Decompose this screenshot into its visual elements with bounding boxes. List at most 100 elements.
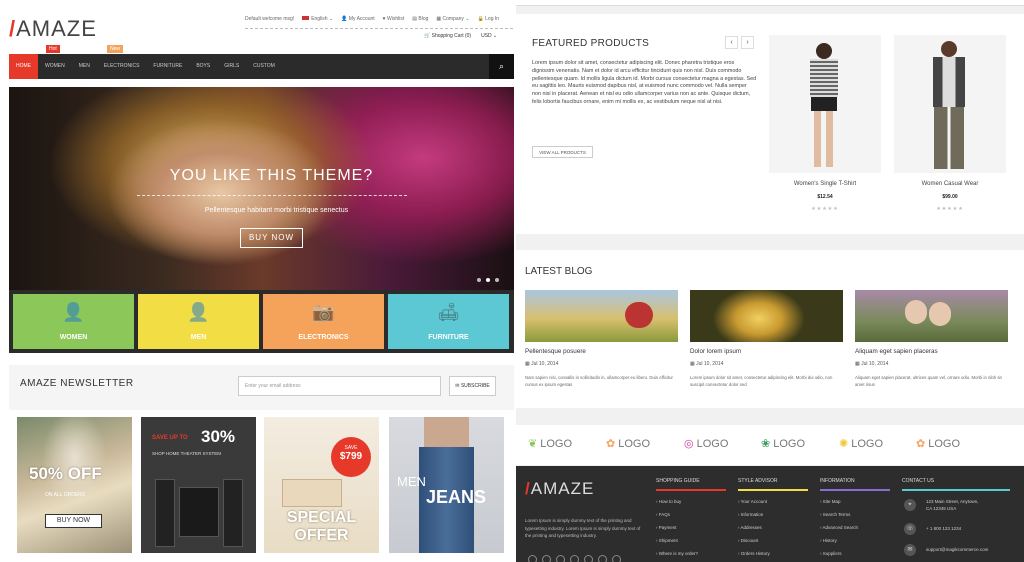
promo-buy-now-button[interactable]: BUY NOW <box>45 514 102 528</box>
brand-logo[interactable]: ❀ LOGO <box>761 437 805 451</box>
currency-selector[interactable]: USD ⌄ <box>481 33 497 39</box>
my-account-link[interactable]: 👤 My Account <box>341 16 374 22</box>
nav-men[interactable]: MEN <box>72 54 97 79</box>
language-label: English <box>311 16 328 22</box>
company-dropdown[interactable]: ▦ Company ⌄ <box>436 16 469 22</box>
footer-link[interactable]: › Your Account <box>738 499 767 504</box>
search-icon[interactable]: ⌕ <box>489 54 514 79</box>
footer-link-label: Information <box>740 512 764 517</box>
product-image-casual[interactable] <box>894 35 1006 173</box>
promo-banner-sale[interactable]: 50% OFF ON ALL ORDERS BUY NOW <box>17 417 132 553</box>
brand-logo-label: LOGO <box>928 437 961 450</box>
nav-boys[interactable]: BOYS <box>189 54 217 79</box>
footer-link[interactable]: › Orders History <box>738 551 770 556</box>
blog-post-title[interactable]: Dolor lorem ipsum <box>690 348 741 355</box>
blog-post-title[interactable]: Aliquam eget sapien placeras <box>855 348 938 355</box>
product-name[interactable]: Women's Single T-Shirt <box>769 181 881 187</box>
facebook-icon[interactable] <box>528 555 537 562</box>
promo-line1: SPECIAL <box>286 509 357 526</box>
shopping-cart-link[interactable]: 🛒 Shopping Cart (0) <box>424 33 471 39</box>
blog-image[interactable] <box>855 290 1008 342</box>
brand-logo[interactable]: ✿ LOGO <box>606 437 651 451</box>
contact-phone[interactable]: + 1 800 123 1234 <box>926 526 961 531</box>
footer-link[interactable]: › How to buy <box>656 499 681 504</box>
footer-link[interactable]: › Discount <box>738 538 758 543</box>
brand-logo-label: LOGO <box>696 437 729 450</box>
prev-arrow-icon[interactable]: ‹ <box>725 36 738 49</box>
language-selector[interactable]: English ⌄ <box>302 16 333 22</box>
nav-custom[interactable]: CUSTOM <box>246 54 282 79</box>
blog-image[interactable] <box>525 290 678 342</box>
phone-icon: ☏ <box>904 523 916 535</box>
twitter-icon[interactable] <box>542 555 551 562</box>
new-badge: New <box>107 45 124 53</box>
brand-logo[interactable]: ◎ LOGO <box>684 437 729 451</box>
promo-banner-home-theater[interactable]: SAVE UP TO 30% SHOP HOME THEATER SYSTEM <box>141 417 256 553</box>
footer-link[interactable]: › Information <box>738 512 763 517</box>
view-all-products-button[interactable]: VIEW ALL PRODUCTS <box>532 146 593 158</box>
flower-icon: ✿ <box>606 438 616 450</box>
wishlist-link[interactable]: ♥ Wishlist <box>383 16 405 22</box>
promo-line2: OFFER <box>294 527 349 544</box>
subscribe-button[interactable]: ✉ SUBSCRIBE <box>449 376 496 396</box>
brand-logo[interactable]: ❦ LOGO <box>528 437 572 451</box>
category-furniture[interactable]: 🛋 FURNITURE <box>388 294 509 349</box>
category-electronics[interactable]: 📷 ELECTRONICS <box>263 294 384 349</box>
nav-electronics[interactable]: ELECTRONICS <box>97 54 147 79</box>
contact-email[interactable]: support@magikcommerce.com <box>926 547 988 552</box>
blog-link[interactable]: ▤ Blog <box>412 16 428 22</box>
brand-logo-label: LOGO <box>618 437 651 450</box>
footer-link[interactable]: › Suppliers <box>820 551 842 556</box>
slider-dot-active[interactable] <box>486 278 490 282</box>
category-label: FURNITURE <box>428 334 469 341</box>
footer-link[interactable]: › Addresses <box>738 525 762 530</box>
product-image-tshirt[interactable] <box>769 35 881 173</box>
footer-link[interactable]: › FAQs <box>656 512 670 517</box>
login-link[interactable]: 🔒 Log In <box>478 16 500 22</box>
slider-dot[interactable] <box>477 278 481 282</box>
footer-link[interactable]: › Advanced Search <box>820 525 858 530</box>
calendar-icon: ▦ <box>690 361 695 367</box>
category-women[interactable]: 👤 WOMEN <box>13 294 134 349</box>
promo-banner-men-jeans[interactable]: MEN JEANS <box>389 417 504 553</box>
blog-post-title[interactable]: Pellentesque posuere <box>525 348 586 355</box>
youtube-icon[interactable] <box>598 555 607 562</box>
footer-link[interactable]: › History <box>820 538 837 543</box>
linkedin-icon[interactable] <box>612 555 621 562</box>
email-input[interactable]: Enter your email address <box>238 376 441 396</box>
main-navigation: HOME WOMEN MEN ELECTRONICS FURNITURE BOY… <box>9 54 514 79</box>
google-plus-icon[interactable] <box>556 555 565 562</box>
product-price: $12.54 <box>817 194 833 200</box>
footer-link[interactable]: › Where is my order? <box>656 551 698 556</box>
footer-link[interactable]: › Site Map <box>820 499 841 504</box>
footer-logo[interactable]: /AMAZE <box>525 479 594 499</box>
hero-buy-now-button[interactable]: BUY NOW <box>240 228 303 248</box>
footer-link[interactable]: › Search Terms <box>820 512 850 517</box>
footer-link[interactable]: › Payment <box>656 525 677 530</box>
rss-icon[interactable] <box>570 555 579 562</box>
product-name[interactable]: Women Casual Wear <box>894 181 1006 187</box>
footer-link-label: Addresses <box>740 525 762 530</box>
blog-post-excerpt: Lorem ipsum dolor sit amet, consectetur … <box>690 375 833 387</box>
subwoofer-image <box>179 487 219 537</box>
nav-furniture[interactable]: FURNITURE <box>146 54 189 79</box>
nav-women[interactable]: WOMEN <box>38 54 72 79</box>
nav-girls[interactable]: GIRLS <box>217 54 246 79</box>
login-label: Log In <box>485 16 500 22</box>
blog-image[interactable] <box>690 290 843 342</box>
next-arrow-icon[interactable]: › <box>741 36 754 49</box>
leaf-icon: ❦ <box>528 438 538 450</box>
footer-link[interactable]: › Shipment <box>656 538 678 543</box>
slider-dot[interactable] <box>495 278 499 282</box>
nav-home[interactable]: HOME <box>9 54 38 79</box>
pinterest-icon[interactable] <box>584 555 593 562</box>
category-men[interactable]: 👤 MEN <box>138 294 259 349</box>
left-page-column: /AMAZE Default welcome msg! English ⌄ 👤 … <box>0 0 516 562</box>
promo-line1: MEN <box>397 474 426 489</box>
site-logo[interactable]: /AMAZE <box>9 16 97 42</box>
date-label: Jul 10, 2014 <box>861 361 889 367</box>
brand-logo[interactable]: ✺ LOGO <box>839 437 883 451</box>
promo-banner-special-offer[interactable]: SAVE $799 SPECIAL OFFER <box>264 417 379 553</box>
footer-link-label: Payment <box>658 525 677 530</box>
brand-logo[interactable]: ✿ LOGO <box>916 437 961 451</box>
